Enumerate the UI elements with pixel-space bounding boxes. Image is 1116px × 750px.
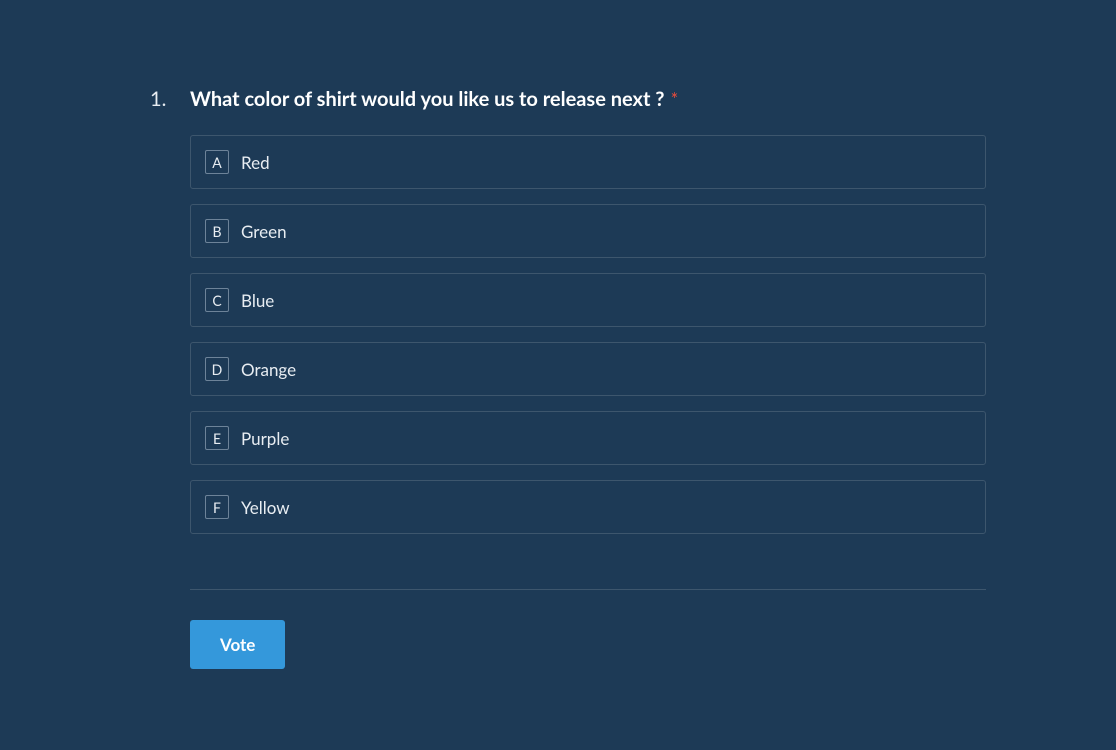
- option-label: Red: [241, 152, 270, 173]
- option-key: F: [205, 495, 229, 519]
- divider: [190, 589, 986, 590]
- option-key: D: [205, 357, 229, 381]
- option-label: Yellow: [241, 497, 290, 518]
- required-marker: *: [671, 88, 679, 110]
- option-b[interactable]: B Green: [190, 204, 986, 258]
- option-a[interactable]: A Red: [190, 135, 986, 189]
- options-list: A Red B Green C Blue D Orange E Purple F…: [190, 135, 986, 534]
- option-label: Green: [241, 221, 287, 242]
- option-key: C: [205, 288, 229, 312]
- option-d[interactable]: D Orange: [190, 342, 986, 396]
- option-e[interactable]: E Purple: [190, 411, 986, 465]
- option-f[interactable]: F Yellow: [190, 480, 986, 534]
- option-label: Orange: [241, 359, 296, 380]
- vote-button[interactable]: Vote: [190, 620, 285, 669]
- option-c[interactable]: C Blue: [190, 273, 986, 327]
- option-label: Blue: [241, 290, 274, 311]
- option-label: Purple: [241, 428, 289, 449]
- poll-container: 1. What color of shirt would you like us…: [0, 0, 1116, 719]
- option-key: E: [205, 426, 229, 450]
- question-number: 1.: [150, 87, 172, 111]
- question-text: What color of shirt would you like us to…: [190, 87, 664, 111]
- question-text-wrapper: What color of shirt would you like us to…: [190, 85, 678, 113]
- question-header: 1. What color of shirt would you like us…: [150, 85, 986, 113]
- option-key: A: [205, 150, 229, 174]
- option-key: B: [205, 219, 229, 243]
